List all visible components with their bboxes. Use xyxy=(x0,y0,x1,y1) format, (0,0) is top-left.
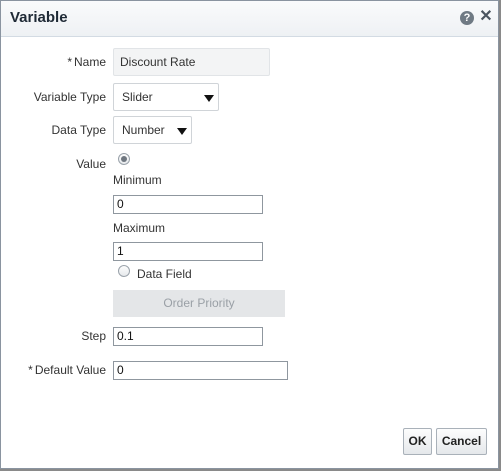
variable-dialog: Variable ? ✕ * Name Discount Rate Variabl… xyxy=(0,0,499,469)
required-marker: * xyxy=(67,55,72,69)
data-type-value: Number xyxy=(122,123,165,137)
data-field-radio[interactable] xyxy=(118,265,130,277)
step-input[interactable]: 0.1 xyxy=(113,327,263,346)
minimum-label: Minimum xyxy=(113,173,162,187)
ok-button[interactable]: OK xyxy=(403,428,432,455)
dialog-titlebar: Variable ? ✕ xyxy=(1,1,498,37)
name-field[interactable]: Discount Rate xyxy=(113,48,270,76)
minimum-input[interactable]: 0 xyxy=(113,195,263,214)
cancel-button[interactable]: Cancel xyxy=(436,428,487,455)
chevron-down-icon xyxy=(204,95,214,102)
data-field-select: Order Priority xyxy=(113,290,285,317)
name-label: * Name xyxy=(67,55,106,69)
variable-type-select[interactable]: Slider xyxy=(113,83,219,111)
close-icon[interactable]: ✕ xyxy=(479,8,493,26)
variable-type-label: Variable Type xyxy=(33,90,106,104)
value-label: Value xyxy=(76,157,106,171)
data-type-label: Data Type xyxy=(51,123,106,137)
maximum-input[interactable]: 1 xyxy=(113,242,263,261)
required-marker: * xyxy=(28,363,33,377)
help-icon[interactable]: ? xyxy=(460,11,474,25)
value-range-radio[interactable] xyxy=(118,153,130,165)
variable-type-value: Slider xyxy=(122,90,153,104)
dialog-title: Variable xyxy=(10,9,68,26)
data-type-select[interactable]: Number xyxy=(113,116,192,144)
default-value-label: * Default Value xyxy=(28,363,106,377)
data-field-label: Data Field xyxy=(137,267,192,281)
step-label: Step xyxy=(81,329,106,343)
chevron-down-icon xyxy=(177,128,187,135)
maximum-label: Maximum xyxy=(113,221,166,235)
default-value-input[interactable]: 0 xyxy=(113,361,288,380)
